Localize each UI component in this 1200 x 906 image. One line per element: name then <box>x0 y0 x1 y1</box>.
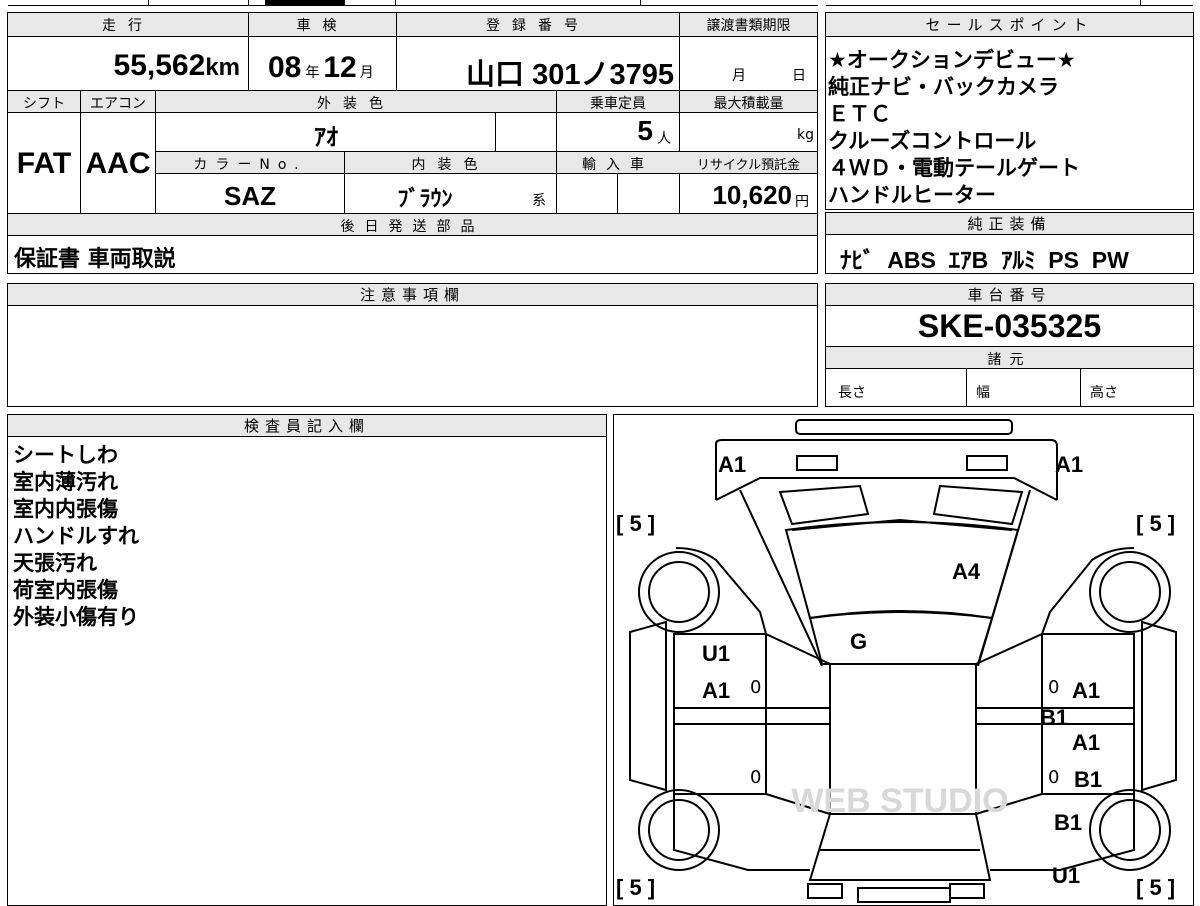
mark-zero-right-1: 0 <box>1048 677 1060 698</box>
inspector-list: シートしわ 室内薄汚れ 室内内張傷 ハンドルすれ 天張汚れ 荷室内張傷 外装小傷… <box>13 442 139 631</box>
exterior-color-value: ｱｵ <box>314 124 338 151</box>
sales-points-header: セールスポイント <box>826 13 1193 37</box>
mark-right-front-door-2: B1 <box>1040 705 1069 730</box>
notes-box: 注意事項欄 <box>7 283 818 407</box>
list-item: 外装小傷有り <box>13 605 139 629</box>
list-item: シートしわ <box>13 443 118 467</box>
aircon-header: エアコン <box>90 96 146 112</box>
mark-zero-left-2: 0 <box>750 767 762 788</box>
chassis-header: 車台番号 <box>826 284 1193 306</box>
list-item: 室内薄汚れ <box>13 470 118 494</box>
mark-roof: G <box>850 629 868 654</box>
factory-equipment-value: ﾅﾋﾞ ABS ｴｱB ｱﾙﾐ PS PW <box>840 247 1129 273</box>
import-header: 輸入車 <box>582 157 654 173</box>
mark-left-front-door-2: A1 <box>702 678 731 703</box>
list-item: ハンドルヒーター <box>828 183 996 207</box>
aircon-value: AAC <box>85 147 151 180</box>
vehicle-info-table: 走行 車検 登録番号 譲渡書類期限 55,562km 08 年 12 月 山口 301… <box>7 12 818 274</box>
factory-equipment-header: 純正装備 <box>826 213 1193 235</box>
mark-right-rear-fender: B1 <box>1054 810 1083 835</box>
specs-header: 諸元 <box>987 352 1032 368</box>
capacity-unit: 人 <box>657 131 671 147</box>
mark-tire-rl: [ 5 ] <box>616 875 656 900</box>
later-parts-header: 後日発送部品 <box>340 219 485 235</box>
list-item: クルーズコントロール <box>828 129 1037 153</box>
list-item: 室内内張傷 <box>13 497 118 521</box>
spec-width-label: 幅 <box>976 385 990 401</box>
mark-front-left: A1 <box>718 452 747 477</box>
inspection-value: 08 年 12 月 <box>268 51 374 84</box>
transfer-day-unit: 日 <box>792 68 806 84</box>
list-item: ＥＴＣ <box>828 102 891 126</box>
transfer-month-unit: 月 <box>732 68 746 84</box>
mark-zero-right-2: 0 <box>1048 767 1060 788</box>
factory-equipment-box: 純正装備 ﾅﾋﾞ ABS ｴｱB ｱﾙﾐ PS PW <box>825 212 1194 274</box>
list-item: 純正ナビ・バックカメラ <box>828 75 1059 99</box>
max-load-unit: kg <box>797 127 814 143</box>
chassis-specs-box: 車台番号 SKE-035325 諸元 長さ 幅 高さ <box>825 283 1194 407</box>
list-item: 荷室内張傷 <box>13 578 118 602</box>
interior-color-header: 内装色 <box>411 157 490 173</box>
mark-zero-left-1: 0 <box>750 677 762 698</box>
interior-color-value: ﾌﾞﾗｳﾝ <box>397 186 453 211</box>
shift-value: FAT <box>16 147 72 180</box>
later-parts-value: 保証書 車両取説 <box>14 247 176 272</box>
mark-left-front-door-1: U1 <box>702 641 731 666</box>
recycle-fee-unit: 円 <box>795 194 809 210</box>
watermark: WEB STUDIO <box>791 782 1008 820</box>
mark-right-rear-quarter: U1 <box>1052 863 1081 888</box>
list-item: ★オークションデビュー★ <box>828 48 1076 72</box>
mileage-header: 走行 <box>102 18 154 34</box>
recycle-fee-header: リサイクル預託金 <box>696 158 801 173</box>
spec-height-label: 高さ <box>1090 385 1118 401</box>
exterior-color-header: 外装色 <box>317 96 395 112</box>
max-load-header: 最大積載量 <box>713 96 784 112</box>
capacity-value: 5 <box>637 115 653 146</box>
sales-points-box: セールスポイント ★オークションデビュー★ 純正ナビ・バックカメラ ＥＴＣ クル… <box>825 12 1194 210</box>
mileage-value: 55,562km <box>113 49 240 82</box>
chassis-value: SKE-035325 <box>917 308 1102 344</box>
car-damage-diagram: WEB STUDIO A1 A1 [ 5 ] [ 5 ] A4 G U1 A1 … <box>613 414 1194 906</box>
capacity-header: 乗車定員 <box>590 96 646 112</box>
list-item: 天張汚れ <box>13 551 97 575</box>
mark-tire-fl: [ 5 ] <box>616 511 656 536</box>
car-outline: WEB STUDIO <box>629 419 1177 903</box>
color-no-value: SAZ <box>224 181 276 211</box>
recycle-fee-value: 10,620 <box>712 180 792 210</box>
mark-tire-fr: [ 5 ] <box>1136 511 1176 536</box>
spec-length-label: 長さ <box>838 385 866 401</box>
registration-header: 登録番号 <box>486 18 590 34</box>
sales-points-list: ★オークションデビュー★ 純正ナビ・バックカメラ ＥＴＣ クルーズコントロール … <box>828 47 1080 209</box>
mark-right-rear-door-2: B1 <box>1074 767 1103 792</box>
top-clipped-strip <box>0 0 1200 7</box>
mark-right-rear-door-1: A1 <box>1072 730 1101 755</box>
mark-front-right: A1 <box>1055 452 1084 477</box>
notes-header: 注意事項欄 <box>8 284 817 306</box>
inspector-box: 検査員記入欄 シートしわ 室内薄汚れ 室内内張傷 ハンドルすれ 天張汚れ 荷室内… <box>7 414 607 906</box>
shift-header: シフト <box>23 96 65 112</box>
transfer-deadline-header: 譲渡書類期限 <box>706 18 791 34</box>
inspector-header: 検査員記入欄 <box>8 415 606 437</box>
inspection-header: 車検 <box>296 18 349 34</box>
mark-tire-rr: [ 5 ] <box>1136 875 1176 900</box>
color-no-header: カラーNo. <box>193 157 307 173</box>
list-item: ハンドルすれ <box>13 524 139 548</box>
mark-right-front-door-1: A1 <box>1072 678 1101 703</box>
mark-windshield: A4 <box>952 559 981 584</box>
registration-value: 山口 301ノ3795 <box>466 59 674 91</box>
list-item: ４ＷＤ・電動テールゲート <box>828 156 1080 180</box>
interior-color-suffix: 系 <box>532 193 546 209</box>
